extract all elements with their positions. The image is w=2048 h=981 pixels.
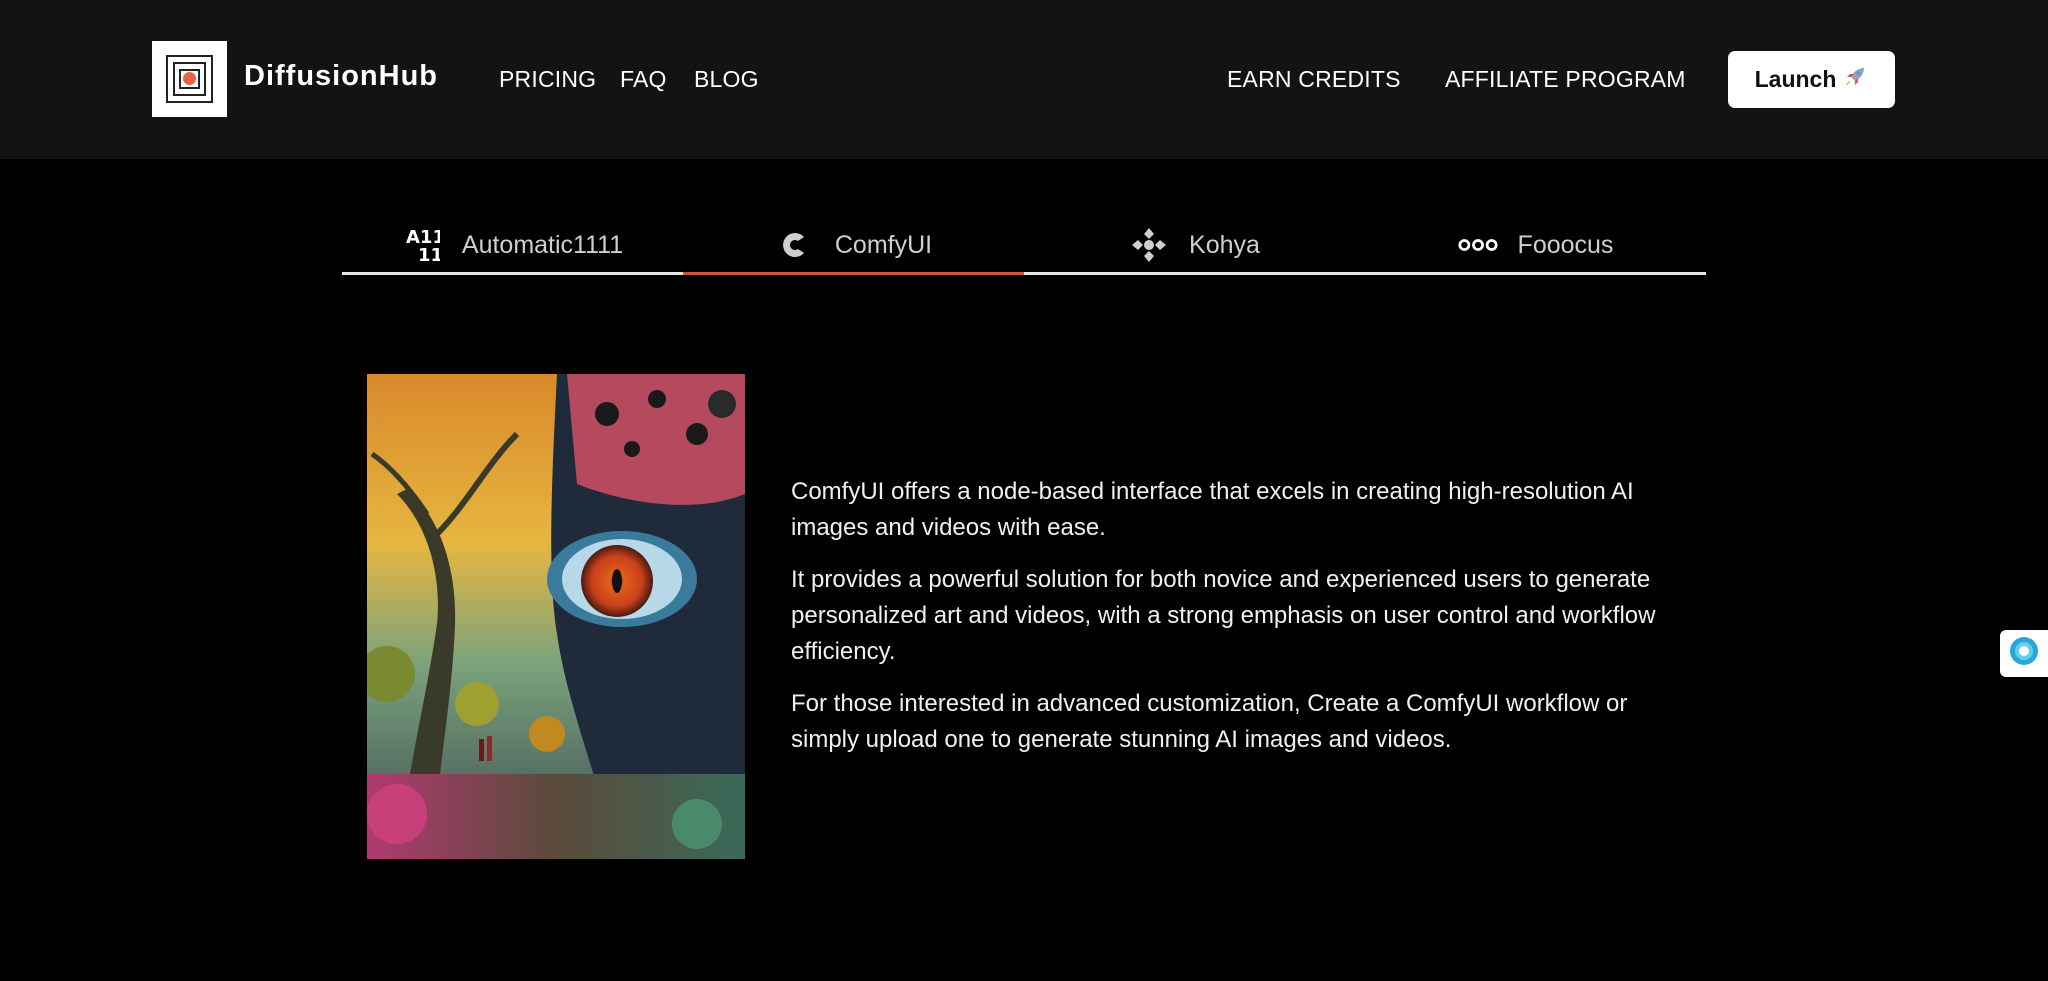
tab-kohya[interactable]: Kohya — [1024, 215, 1365, 275]
rocket-icon — [1842, 64, 1868, 96]
tab-automatic1111[interactable]: A11 11 Automatic1111 — [342, 215, 683, 275]
description-paragraph-1: ComfyUI offers a node-based interface th… — [791, 478, 1634, 541]
tab-comfyui[interactable]: ComfyUI — [683, 215, 1024, 275]
nav-faq[interactable]: FAQ — [620, 66, 667, 93]
top-header: DiffusionHub PRICING FAQ BLOG EARN CREDI… — [0, 0, 2048, 159]
launch-label: Launch — [1754, 66, 1837, 92]
a1111-icon: A11 11 — [402, 225, 442, 265]
assistant-icon — [2008, 635, 2040, 672]
assistant-widget-button[interactable] — [2000, 630, 2048, 677]
nav-earn-credits[interactable]: EARN CREDITS — [1227, 66, 1401, 93]
kohya-icon — [1129, 225, 1169, 265]
fooocus-icon — [1458, 225, 1498, 265]
nav-affiliate-program[interactable]: AFFILIATE PROGRAM — [1445, 66, 1686, 93]
launch-button[interactable]: Launch — [1728, 51, 1895, 108]
tab-label: Fooocus — [1517, 230, 1614, 259]
tab-label: Kohya — [1189, 230, 1260, 259]
comfyui-sample-artwork — [367, 374, 745, 859]
description-paragraph-2: It provides a powerful solution for both… — [791, 566, 1656, 665]
logo-icon[interactable] — [152, 41, 227, 117]
description-paragraph-3: For those interested in advanced customi… — [791, 690, 1628, 753]
nav-blog[interactable]: BLOG — [694, 66, 759, 93]
nav-pricing[interactable]: PRICING — [499, 66, 596, 93]
tab-label: ComfyUI — [834, 230, 933, 259]
comfyui-description: ComfyUI offers a node-based interface th… — [791, 474, 1691, 774]
brand-name[interactable]: DiffusionHub — [244, 60, 438, 93]
tab-label: Automatic1111 — [461, 230, 624, 259]
comfyui-icon — [775, 225, 815, 265]
svg-text:11: 11 — [418, 245, 440, 265]
tab-fooocus[interactable]: Fooocus — [1365, 215, 1706, 275]
ui-tabs: A11 11 Automatic1111 ComfyUI Kohya Foooc… — [342, 215, 1706, 275]
